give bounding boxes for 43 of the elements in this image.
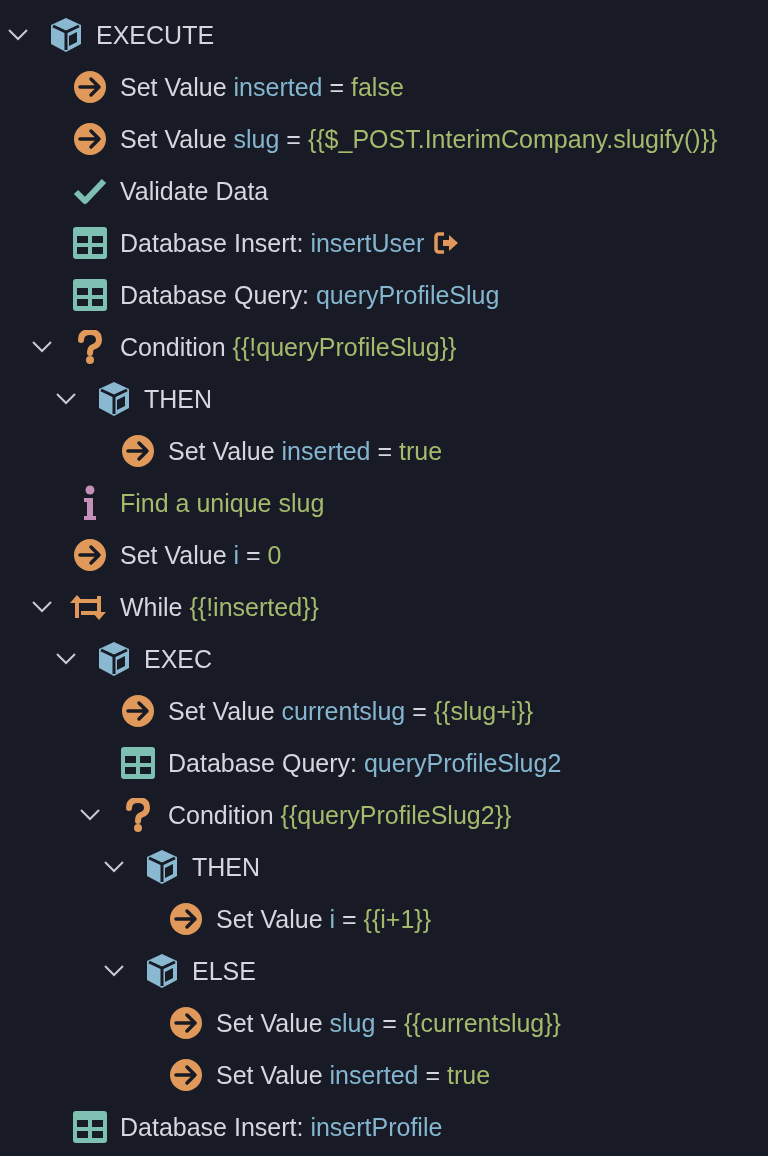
table-icon — [121, 747, 155, 779]
arrow-circle-icon — [169, 1006, 203, 1040]
table-icon — [73, 1111, 107, 1143]
node-label[interactable]: Set Value inserted = true — [168, 425, 443, 477]
node-label[interactable]: Set Value inserted = false — [120, 61, 404, 113]
arrow-circle-icon — [121, 434, 155, 468]
arrow-circle-icon — [73, 70, 107, 104]
question-icon — [77, 330, 103, 364]
node-label[interactable]: ELSE — [192, 945, 256, 997]
info-icon — [83, 485, 97, 521]
node-label[interactable]: Condition {{!queryProfileSlug}} — [120, 321, 457, 373]
checkmark-icon — [73, 177, 107, 205]
arrow-circle-icon — [121, 694, 155, 728]
node-label[interactable]: While {{!inserted}} — [120, 581, 319, 633]
node-label[interactable]: Find a unique slug — [120, 477, 325, 529]
node-label[interactable]: Validate Data — [120, 165, 269, 217]
cube-icon — [97, 641, 131, 677]
question-icon — [125, 798, 151, 832]
node-label[interactable]: Condition {{queryProfileSlug2}} — [168, 789, 512, 841]
cube-icon — [97, 381, 131, 417]
node-label[interactable]: Database Insert: insertUser — [120, 217, 425, 269]
arrow-circle-icon — [169, 1058, 203, 1092]
node-label[interactable]: Set Value slug = {{currentslug}} — [216, 997, 561, 1049]
node-label[interactable]: Set Value i = 0 — [120, 529, 282, 581]
node-label[interactable]: Set Value inserted = true — [216, 1049, 491, 1101]
table-icon — [73, 227, 107, 259]
table-icon — [73, 279, 107, 311]
node-label[interactable]: Database Query: queryProfileSlug2 — [168, 737, 562, 789]
cube-icon — [49, 17, 83, 53]
node-label[interactable]: Set Value i = {{i+1}} — [216, 893, 432, 945]
cube-icon — [145, 953, 179, 989]
node-label[interactable]: Database Query: queryProfileSlug — [120, 269, 500, 321]
node-label[interactable]: EXECUTE — [96, 9, 215, 61]
node-label[interactable]: THEN — [144, 373, 213, 425]
node-label[interactable]: Set Value currentslug = {{slug+i}} — [168, 685, 534, 737]
arrow-circle-icon — [73, 538, 107, 572]
node-label[interactable]: THEN — [192, 841, 261, 893]
arrow-circle-icon — [73, 122, 107, 156]
arrow-circle-icon — [169, 902, 203, 936]
node-label[interactable]: Set Value slug = {{$_POST.InterimCompany.slugify()}} — [120, 113, 718, 165]
node-label[interactable]: EXEC — [144, 633, 213, 685]
node-label[interactable]: Database Insert: insertProfile — [120, 1101, 443, 1153]
cube-icon — [145, 849, 179, 885]
